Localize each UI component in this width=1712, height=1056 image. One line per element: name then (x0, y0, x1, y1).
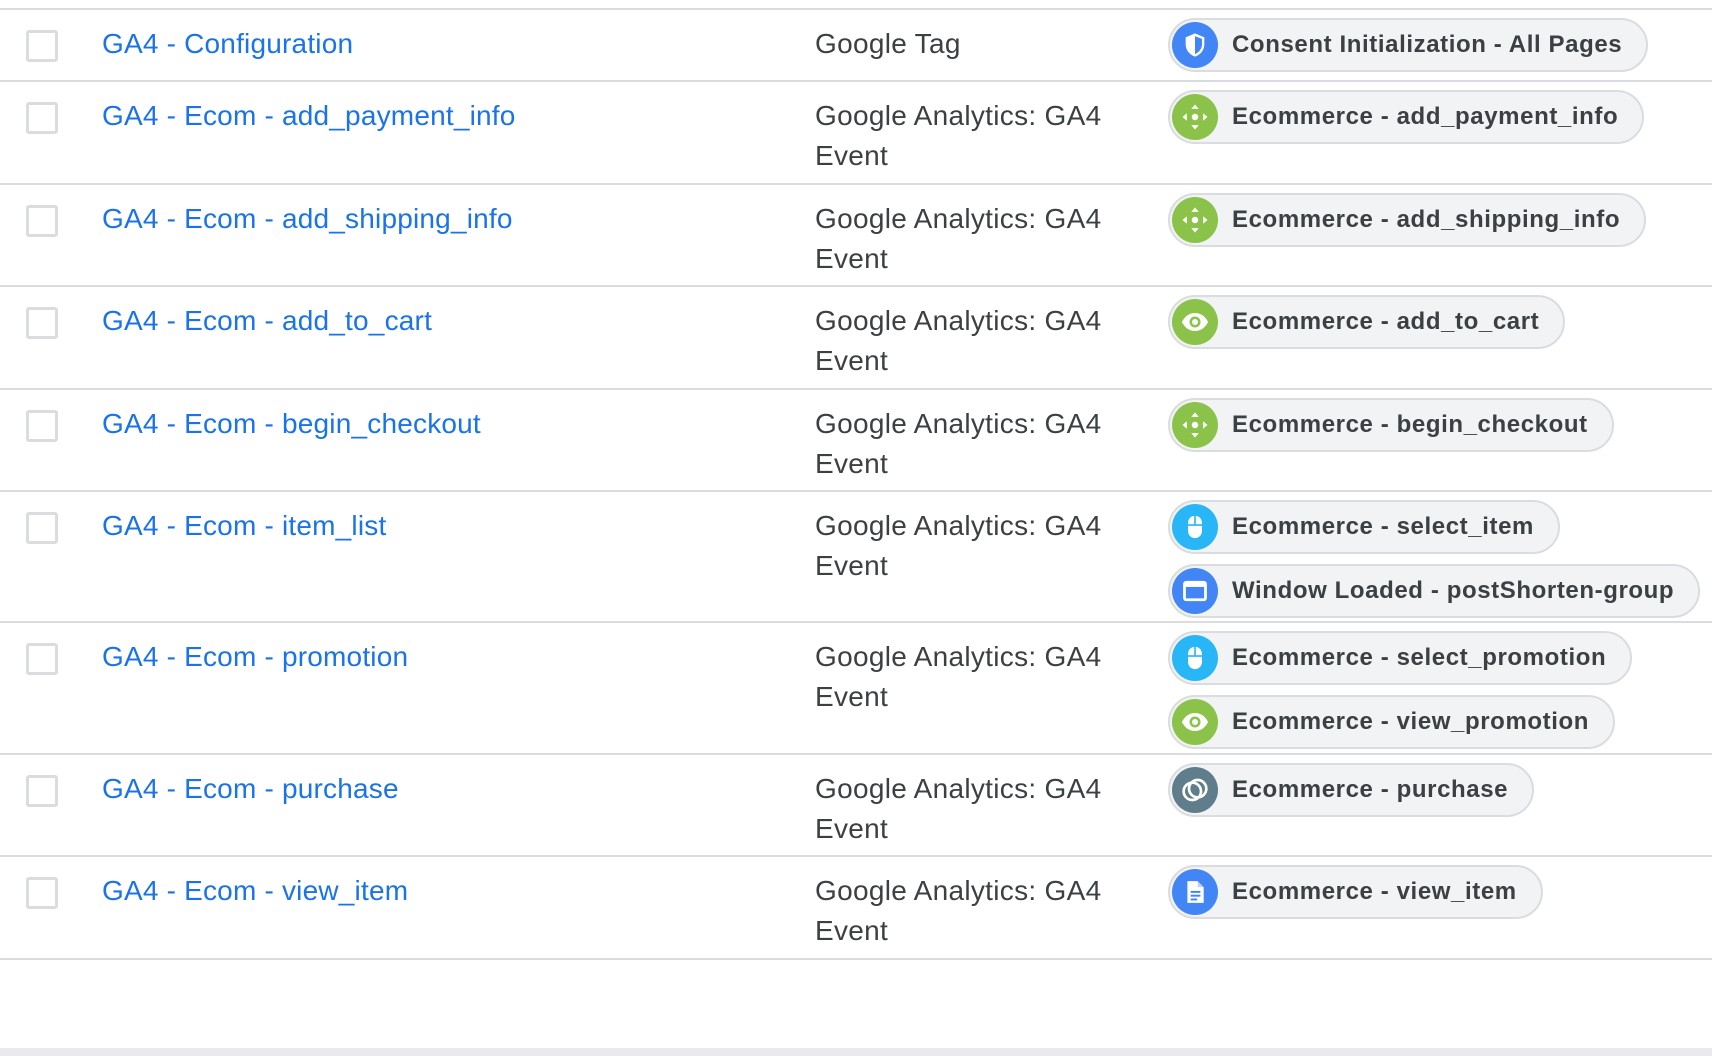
eye-visibility-icon (1172, 699, 1218, 745)
firing-triggers: Ecommerce - begin_checkout (1168, 398, 1614, 462)
trigger-chip[interactable]: Ecommerce - purchase (1168, 763, 1535, 817)
custom-event-icon (1172, 197, 1218, 243)
row-select-checkbox[interactable] (26, 205, 58, 237)
row-select-checkbox[interactable] (26, 775, 58, 807)
tag-type: Google Analytics: GA4 Event (815, 510, 1102, 581)
custom-event-icon (1172, 94, 1218, 140)
tag-type: Google Tag (815, 28, 961, 59)
firing-triggers: Consent Initialization - All Pages (1168, 18, 1649, 82)
tag-type: Google Analytics: GA4 Event (815, 408, 1102, 479)
row-select-checkbox[interactable] (26, 102, 58, 134)
tag-name-link[interactable]: GA4 - Ecom - item_list (102, 506, 386, 546)
table-row: GA4 - Ecom - purchase Google Analytics: G… (0, 755, 1712, 857)
row-select-checkbox[interactable] (26, 643, 58, 675)
firing-triggers: Ecommerce - select_item Window Loaded - p… (1168, 500, 1701, 628)
trigger-label: Ecommerce - purchase (1232, 776, 1509, 803)
firing-triggers: Ecommerce - purchase (1168, 763, 1535, 827)
firing-triggers: Ecommerce - add_shipping_info (1168, 193, 1647, 257)
table-row: GA4 - Ecom - add_shipping_info Google Ana… (0, 185, 1712, 287)
trigger-label: Ecommerce - add_to_cart (1232, 308, 1540, 335)
tag-name-link[interactable]: GA4 - Ecom - add_to_cart (102, 301, 432, 341)
trigger-group-icon (1172, 767, 1218, 813)
tag-name-link[interactable]: GA4 - Configuration (102, 24, 353, 64)
tag-type: Google Analytics: GA4 Event (815, 641, 1102, 712)
consent-shield-icon (1172, 22, 1218, 68)
table-row: GA4 - Ecom - add_to_cart Google Analytics… (0, 287, 1712, 390)
page-view-icon (1172, 869, 1218, 915)
trigger-chip[interactable]: Ecommerce - view_item (1168, 865, 1543, 919)
trigger-chip[interactable]: Ecommerce - select_promotion (1168, 631, 1633, 685)
trigger-label: Ecommerce - begin_checkout (1232, 411, 1588, 438)
row-select-checkbox[interactable] (26, 512, 58, 544)
trigger-chip[interactable]: Ecommerce - add_payment_info (1168, 90, 1645, 144)
trigger-label: Ecommerce - select_promotion (1232, 644, 1607, 671)
firing-triggers: Ecommerce - add_payment_info (1168, 90, 1645, 154)
trigger-label: Ecommerce - add_payment_info (1232, 103, 1619, 130)
trigger-chip[interactable]: Window Loaded - postShorten-group (1168, 564, 1701, 618)
row-select-checkbox[interactable] (26, 877, 58, 909)
row-select-checkbox[interactable] (26, 30, 58, 62)
trigger-chip[interactable]: Ecommerce - select_item (1168, 500, 1560, 554)
tag-name-link[interactable]: GA4 - Ecom - add_shipping_info (102, 199, 513, 239)
table-row: GA4 - Configuration Google Tag Consent Ini… (0, 10, 1712, 82)
table-row: GA4 - Ecom - promotion Google Analytics: … (0, 623, 1712, 755)
row-select-checkbox[interactable] (26, 410, 58, 442)
firing-triggers: Ecommerce - view_item (1168, 865, 1543, 929)
firing-triggers: Ecommerce - select_promotion Ecommerce - … (1168, 631, 1633, 759)
trigger-chip[interactable]: Consent Initialization - All Pages (1168, 18, 1649, 72)
table-row: GA4 - Ecom - item_list Google Analytics: … (0, 492, 1712, 623)
trigger-chip[interactable]: Ecommerce - add_shipping_info (1168, 193, 1647, 247)
trigger-label: Ecommerce - view_promotion (1232, 708, 1590, 735)
trigger-chip[interactable]: Ecommerce - view_promotion (1168, 695, 1616, 749)
tag-type: Google Analytics: GA4 Event (815, 875, 1102, 946)
trigger-chip[interactable]: Ecommerce - begin_checkout (1168, 398, 1614, 452)
table-footer-divider (0, 1048, 1712, 1056)
tags-table: GA4 - Configuration Google Tag Consent Ini… (0, 8, 1712, 960)
trigger-label: Consent Initialization - All Pages (1232, 31, 1623, 58)
tag-type: Google Analytics: GA4 Event (815, 203, 1102, 274)
trigger-label: Ecommerce - select_item (1232, 513, 1534, 540)
row-select-checkbox[interactable] (26, 307, 58, 339)
mouse-click-icon (1172, 635, 1218, 681)
mouse-click-icon (1172, 504, 1218, 550)
tag-name-link[interactable]: GA4 - Ecom - begin_checkout (102, 404, 481, 444)
firing-triggers: Ecommerce - add_to_cart (1168, 295, 1566, 359)
tag-name-link[interactable]: GA4 - Ecom - promotion (102, 637, 408, 677)
tag-type: Google Analytics: GA4 Event (815, 773, 1102, 844)
trigger-chip[interactable]: Ecommerce - add_to_cart (1168, 295, 1566, 349)
table-row: GA4 - Ecom - add_payment_info Google Anal… (0, 82, 1712, 185)
tag-type: Google Analytics: GA4 Event (815, 100, 1102, 171)
trigger-label: Window Loaded - postShorten-group (1232, 577, 1675, 604)
tag-name-link[interactable]: GA4 - Ecom - add_payment_info (102, 96, 516, 136)
tag-type: Google Analytics: GA4 Event (815, 305, 1102, 376)
window-icon (1172, 568, 1218, 614)
table-row: GA4 - Ecom - begin_checkout Google Analyt… (0, 390, 1712, 492)
trigger-label: Ecommerce - add_shipping_info (1232, 206, 1621, 233)
tag-name-link[interactable]: GA4 - Ecom - view_item (102, 871, 408, 911)
custom-event-icon (1172, 402, 1218, 448)
eye-visibility-icon (1172, 299, 1218, 345)
table-row: GA4 - Ecom - view_item Google Analytics: … (0, 857, 1712, 960)
tag-name-link[interactable]: GA4 - Ecom - purchase (102, 769, 399, 809)
trigger-label: Ecommerce - view_item (1232, 878, 1517, 905)
